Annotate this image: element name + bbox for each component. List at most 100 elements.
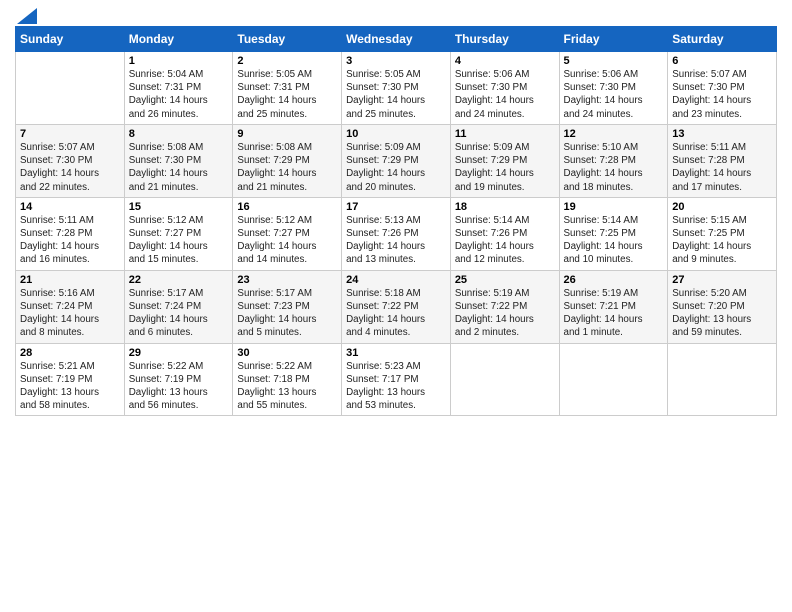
day-number: 22 [129, 274, 229, 286]
day-info: Sunrise: 5:05 AM Sunset: 7:31 PM Dayligh… [237, 68, 337, 121]
day-info: Sunrise: 5:11 AM Sunset: 7:28 PM Dayligh… [20, 214, 120, 267]
day-info: Sunrise: 5:07 AM Sunset: 7:30 PM Dayligh… [20, 141, 120, 194]
calendar-week-row: 28Sunrise: 5:21 AM Sunset: 7:19 PM Dayli… [16, 343, 777, 416]
day-of-week-header: Saturday [668, 27, 777, 52]
day-of-week-header: Monday [124, 27, 233, 52]
page-container: SundayMondayTuesdayWednesdayThursdayFrid… [0, 0, 792, 426]
calendar-cell: 19Sunrise: 5:14 AM Sunset: 7:25 PM Dayli… [559, 197, 668, 270]
day-info: Sunrise: 5:23 AM Sunset: 7:17 PM Dayligh… [346, 360, 446, 413]
calendar-week-row: 7Sunrise: 5:07 AM Sunset: 7:30 PM Daylig… [16, 124, 777, 197]
calendar-cell: 12Sunrise: 5:10 AM Sunset: 7:28 PM Dayli… [559, 124, 668, 197]
calendar-cell: 25Sunrise: 5:19 AM Sunset: 7:22 PM Dayli… [450, 270, 559, 343]
day-number: 15 [129, 201, 229, 213]
day-info: Sunrise: 5:22 AM Sunset: 7:19 PM Dayligh… [129, 360, 229, 413]
calendar-week-row: 21Sunrise: 5:16 AM Sunset: 7:24 PM Dayli… [16, 270, 777, 343]
day-info: Sunrise: 5:18 AM Sunset: 7:22 PM Dayligh… [346, 287, 446, 340]
day-info: Sunrise: 5:19 AM Sunset: 7:22 PM Dayligh… [455, 287, 555, 340]
day-info: Sunrise: 5:17 AM Sunset: 7:23 PM Dayligh… [237, 287, 337, 340]
calendar-cell [559, 343, 668, 416]
day-number: 5 [564, 55, 664, 67]
calendar-cell: 16Sunrise: 5:12 AM Sunset: 7:27 PM Dayli… [233, 197, 342, 270]
day-number: 6 [672, 55, 772, 67]
calendar-week-row: 14Sunrise: 5:11 AM Sunset: 7:28 PM Dayli… [16, 197, 777, 270]
day-info: Sunrise: 5:10 AM Sunset: 7:28 PM Dayligh… [564, 141, 664, 194]
day-number: 17 [346, 201, 446, 213]
calendar-cell: 14Sunrise: 5:11 AM Sunset: 7:28 PM Dayli… [16, 197, 125, 270]
day-number: 31 [346, 347, 446, 359]
calendar-cell [450, 343, 559, 416]
calendar-cell: 21Sunrise: 5:16 AM Sunset: 7:24 PM Dayli… [16, 270, 125, 343]
calendar-cell: 1Sunrise: 5:04 AM Sunset: 7:31 PM Daylig… [124, 52, 233, 125]
day-number: 16 [237, 201, 337, 213]
day-info: Sunrise: 5:04 AM Sunset: 7:31 PM Dayligh… [129, 68, 229, 121]
calendar-cell: 27Sunrise: 5:20 AM Sunset: 7:20 PM Dayli… [668, 270, 777, 343]
day-number: 11 [455, 128, 555, 140]
calendar-cell: 4Sunrise: 5:06 AM Sunset: 7:30 PM Daylig… [450, 52, 559, 125]
day-info: Sunrise: 5:06 AM Sunset: 7:30 PM Dayligh… [455, 68, 555, 121]
calendar-cell: 23Sunrise: 5:17 AM Sunset: 7:23 PM Dayli… [233, 270, 342, 343]
calendar-cell: 5Sunrise: 5:06 AM Sunset: 7:30 PM Daylig… [559, 52, 668, 125]
day-info: Sunrise: 5:17 AM Sunset: 7:24 PM Dayligh… [129, 287, 229, 340]
day-number: 13 [672, 128, 772, 140]
day-number: 24 [346, 274, 446, 286]
calendar-cell: 17Sunrise: 5:13 AM Sunset: 7:26 PM Dayli… [342, 197, 451, 270]
calendar-week-row: 1Sunrise: 5:04 AM Sunset: 7:31 PM Daylig… [16, 52, 777, 125]
calendar-cell: 11Sunrise: 5:09 AM Sunset: 7:29 PM Dayli… [450, 124, 559, 197]
calendar-cell: 8Sunrise: 5:08 AM Sunset: 7:30 PM Daylig… [124, 124, 233, 197]
calendar-cell: 6Sunrise: 5:07 AM Sunset: 7:30 PM Daylig… [668, 52, 777, 125]
day-of-week-header: Wednesday [342, 27, 451, 52]
day-number: 9 [237, 128, 337, 140]
day-number: 30 [237, 347, 337, 359]
day-info: Sunrise: 5:20 AM Sunset: 7:20 PM Dayligh… [672, 287, 772, 340]
day-number: 26 [564, 274, 664, 286]
day-number: 18 [455, 201, 555, 213]
day-number: 8 [129, 128, 229, 140]
day-number: 21 [20, 274, 120, 286]
day-number: 20 [672, 201, 772, 213]
day-info: Sunrise: 5:07 AM Sunset: 7:30 PM Dayligh… [672, 68, 772, 121]
day-number: 1 [129, 55, 229, 67]
day-info: Sunrise: 5:15 AM Sunset: 7:25 PM Dayligh… [672, 214, 772, 267]
calendar-cell: 2Sunrise: 5:05 AM Sunset: 7:31 PM Daylig… [233, 52, 342, 125]
calendar-cell: 28Sunrise: 5:21 AM Sunset: 7:19 PM Dayli… [16, 343, 125, 416]
day-of-week-header: Tuesday [233, 27, 342, 52]
day-of-week-header: Sunday [16, 27, 125, 52]
calendar-cell: 29Sunrise: 5:22 AM Sunset: 7:19 PM Dayli… [124, 343, 233, 416]
day-number: 19 [564, 201, 664, 213]
calendar-cell: 31Sunrise: 5:23 AM Sunset: 7:17 PM Dayli… [342, 343, 451, 416]
day-number: 23 [237, 274, 337, 286]
logo-icon [17, 8, 37, 24]
day-info: Sunrise: 5:14 AM Sunset: 7:25 PM Dayligh… [564, 214, 664, 267]
day-info: Sunrise: 5:11 AM Sunset: 7:28 PM Dayligh… [672, 141, 772, 194]
day-number: 10 [346, 128, 446, 140]
calendar-cell: 3Sunrise: 5:05 AM Sunset: 7:30 PM Daylig… [342, 52, 451, 125]
calendar-header-row: SundayMondayTuesdayWednesdayThursdayFrid… [16, 27, 777, 52]
day-number: 3 [346, 55, 446, 67]
calendar-cell: 15Sunrise: 5:12 AM Sunset: 7:27 PM Dayli… [124, 197, 233, 270]
calendar-cell [668, 343, 777, 416]
day-number: 25 [455, 274, 555, 286]
day-info: Sunrise: 5:09 AM Sunset: 7:29 PM Dayligh… [346, 141, 446, 194]
day-info: Sunrise: 5:21 AM Sunset: 7:19 PM Dayligh… [20, 360, 120, 413]
day-number: 2 [237, 55, 337, 67]
calendar-cell: 30Sunrise: 5:22 AM Sunset: 7:18 PM Dayli… [233, 343, 342, 416]
day-number: 27 [672, 274, 772, 286]
day-info: Sunrise: 5:06 AM Sunset: 7:30 PM Dayligh… [564, 68, 664, 121]
day-number: 14 [20, 201, 120, 213]
calendar-cell [16, 52, 125, 125]
day-info: Sunrise: 5:22 AM Sunset: 7:18 PM Dayligh… [237, 360, 337, 413]
day-info: Sunrise: 5:05 AM Sunset: 7:30 PM Dayligh… [346, 68, 446, 121]
calendar-cell: 7Sunrise: 5:07 AM Sunset: 7:30 PM Daylig… [16, 124, 125, 197]
calendar-cell: 20Sunrise: 5:15 AM Sunset: 7:25 PM Dayli… [668, 197, 777, 270]
calendar-cell: 18Sunrise: 5:14 AM Sunset: 7:26 PM Dayli… [450, 197, 559, 270]
day-of-week-header: Thursday [450, 27, 559, 52]
day-info: Sunrise: 5:19 AM Sunset: 7:21 PM Dayligh… [564, 287, 664, 340]
header [15, 10, 777, 20]
day-info: Sunrise: 5:16 AM Sunset: 7:24 PM Dayligh… [20, 287, 120, 340]
calendar-cell: 26Sunrise: 5:19 AM Sunset: 7:21 PM Dayli… [559, 270, 668, 343]
logo [15, 10, 37, 20]
day-info: Sunrise: 5:13 AM Sunset: 7:26 PM Dayligh… [346, 214, 446, 267]
calendar-cell: 22Sunrise: 5:17 AM Sunset: 7:24 PM Dayli… [124, 270, 233, 343]
day-info: Sunrise: 5:14 AM Sunset: 7:26 PM Dayligh… [455, 214, 555, 267]
day-info: Sunrise: 5:12 AM Sunset: 7:27 PM Dayligh… [237, 214, 337, 267]
